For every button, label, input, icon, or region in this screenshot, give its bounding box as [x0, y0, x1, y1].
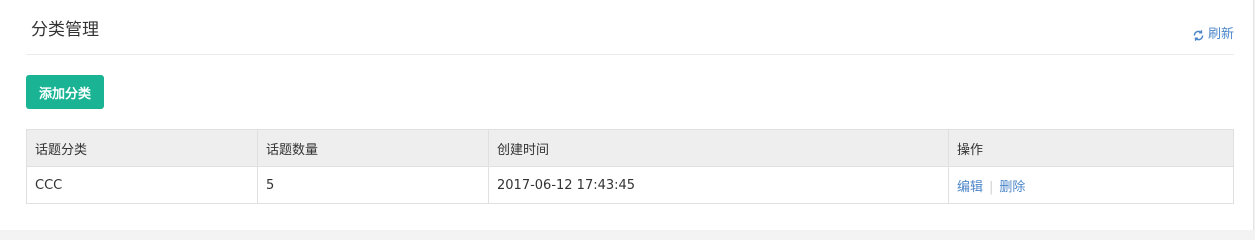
column-header-category: 话题分类 [26, 129, 258, 167]
category-table: 话题分类 话题数量 创建时间 操作 CCC 5 2017-06-12 17:43… [26, 129, 1234, 204]
cell-actions: 编辑 | 删除 [948, 166, 1234, 204]
refresh-icon [1192, 29, 1205, 42]
edit-link[interactable]: 编辑 [957, 180, 983, 195]
refresh-button[interactable]: 刷新 [1192, 27, 1234, 43]
delete-link[interactable]: 删除 [999, 180, 1025, 195]
page-title: 分类管理 [31, 20, 99, 40]
panel-header: 分类管理 刷新 [26, 0, 1234, 55]
add-category-button[interactable]: 添加分类 [26, 75, 104, 109]
table-row: CCC 5 2017-06-12 17:43:45 编辑 | 删除 [26, 166, 1234, 204]
cell-category: CCC [26, 166, 258, 204]
category-panel: 分类管理 刷新 添加分类 话题分类 话题数量 创建时间 操作 CCC 5 201… [0, 0, 1254, 230]
column-header-topic-count: 话题数量 [257, 129, 489, 167]
cell-created-at: 2017-06-12 17:43:45 [488, 166, 949, 204]
action-separator: | [989, 179, 994, 195]
refresh-label: 刷新 [1207, 27, 1234, 42]
table-header-row: 话题分类 话题数量 创建时间 操作 [26, 129, 1234, 167]
column-header-created-at: 创建时间 [488, 129, 949, 167]
column-header-actions: 操作 [948, 129, 1234, 167]
cell-topic-count: 5 [257, 166, 489, 204]
